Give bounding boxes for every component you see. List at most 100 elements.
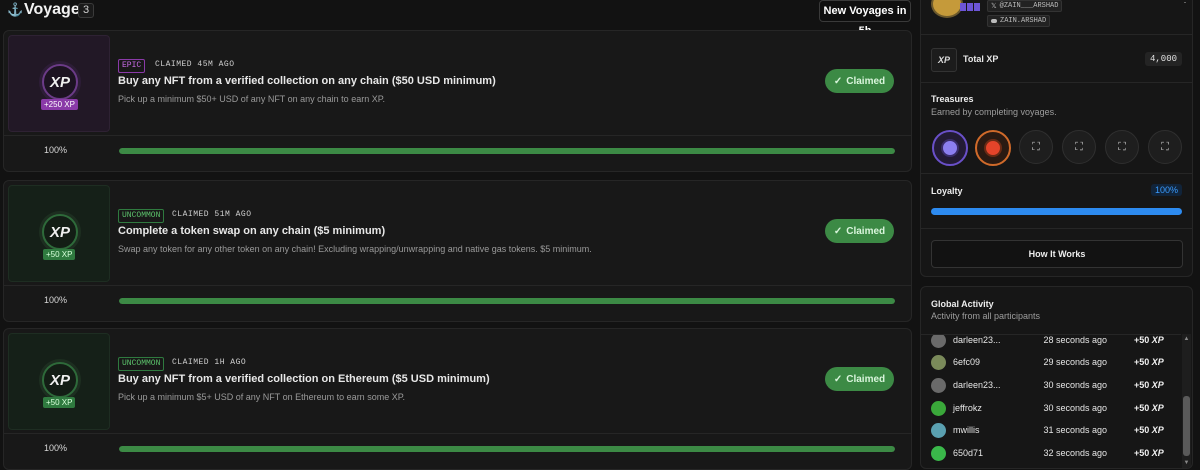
claimed-button[interactable]: ✓ Claimed: [825, 69, 894, 93]
xp-reward-badge: +50 XP: [43, 397, 76, 408]
activity-time: 31 seconds ago: [1043, 425, 1107, 435]
activity-username[interactable]: darleen23...: [953, 380, 1001, 390]
voyage-title: Buy any NFT from a verified collection o…: [118, 373, 490, 385]
user-avatar[interactable]: [931, 378, 946, 393]
treasure-slot-earned[interactable]: [932, 130, 968, 166]
treasure-slot-empty[interactable]: ⛶: [1148, 130, 1182, 164]
user-avatar[interactable]: [931, 423, 946, 438]
activity-xp: +50 XP: [1134, 380, 1164, 390]
activity-title: Global Activity: [931, 299, 994, 309]
new-voyages-button[interactable]: New Voyages in 5h: [819, 0, 911, 37]
treasures-title: Treasures: [931, 94, 974, 104]
voyages-panel: ⚓ Voyages 3 New Voyages in 5h XP +250 XP…: [0, 0, 912, 470]
progress-bar: [119, 298, 895, 304]
voyage-card: XP +50 XP UNCOMMON CLAIMED 51M AGO Compl…: [3, 180, 912, 322]
activity-time: 30 seconds ago: [1043, 380, 1107, 390]
activity-time: 32 seconds ago: [1043, 448, 1107, 458]
twitter-handle[interactable]: 𝕏 @ZAIN___ARSHAD: [987, 0, 1063, 12]
total-xp-value: 4,000: [1145, 52, 1183, 66]
more-menu-icon[interactable]: ⋮: [1180, 0, 1190, 5]
discord-handle-label: ZAIN.ARSHAD: [1000, 17, 1047, 25]
user-avatar[interactable]: [931, 401, 946, 416]
voyage-title: Complete a token swap on any chain ($5 m…: [118, 225, 386, 237]
check-icon: ✓: [833, 225, 843, 237]
user-avatar[interactable]: [931, 446, 946, 461]
activity-time: 28 seconds ago: [1043, 335, 1107, 345]
activity-username[interactable]: 6efc09: [953, 357, 980, 367]
activity-xp: +50 XP: [1134, 403, 1164, 413]
progress-fill: [119, 446, 895, 452]
voyage-title: Buy any NFT from a verified collection o…: [118, 75, 496, 87]
divider: [921, 82, 1192, 83]
activity-scrollbar[interactable]: ▲ ▼: [1182, 334, 1191, 468]
progress-percent: 100%: [44, 443, 68, 453]
voyage-thumbnail: XP +50 XP: [8, 333, 110, 430]
scroll-up-icon[interactable]: ▲: [1183, 336, 1190, 342]
xp-badge-icon: XP: [42, 362, 78, 398]
loyalty-progress-bar: [931, 208, 1182, 215]
claimed-time: CLAIMED 51M AGO: [172, 210, 252, 219]
progress-bar: [119, 148, 895, 154]
xp-badge-icon: XP: [42, 214, 78, 250]
activity-subtitle: Activity from all participants: [931, 311, 1041, 321]
voyage-thumbnail: XP +50 XP: [8, 185, 110, 282]
activity-xp: +50 XP: [1134, 448, 1164, 458]
activity-time: 30 seconds ago: [1043, 403, 1107, 413]
rarity-tag: UNCOMMON: [118, 209, 165, 223]
progress-bar: [119, 446, 895, 452]
claimed-button[interactable]: ✓ Claimed: [825, 367, 894, 391]
voyage-card: XP +250 XP EPIC CLAIMED 45M AGO Buy any …: [3, 30, 912, 172]
activity-username[interactable]: jeffrokz: [953, 403, 982, 413]
empty-slot-icon: ⛶: [1118, 140, 1126, 153]
rarity-tag: UNCOMMON: [118, 357, 165, 371]
xp-reward-badge: +50 XP: [43, 249, 76, 260]
activity-row: mwillis 31 seconds ago +50 XP: [921, 419, 1181, 441]
xp-reward-badge: +250 XP: [41, 99, 78, 110]
rarity-tag: EPIC: [118, 59, 146, 73]
user-avatar[interactable]: [931, 355, 946, 370]
activity-xp: +50 XP: [1134, 357, 1164, 367]
activity-xp: +50 XP: [1134, 335, 1164, 345]
how-it-works-button[interactable]: How It Works: [931, 240, 1183, 268]
activity-xp: +50 XP: [1134, 425, 1164, 435]
social-handles: 𝕏 @ZAIN___ARSHAD ZAIN.ARSHAD: [987, 0, 1063, 30]
activity-row: jeffrokz 30 seconds ago +50 XP: [921, 397, 1181, 419]
activity-username[interactable]: mwillis: [953, 425, 980, 435]
voyage-thumbnail: XP +250 XP: [8, 35, 110, 132]
treasure-orb-icon: [941, 139, 959, 157]
progress-percent: 100%: [44, 145, 68, 155]
divider: [4, 135, 911, 136]
scroll-down-icon[interactable]: ▼: [1183, 460, 1190, 466]
claimed-button-label: Claimed: [846, 75, 886, 87]
activity-row: 650d71 32 seconds ago +50 XP: [921, 442, 1181, 464]
progress-fill: [119, 148, 895, 154]
scrollbar-thumb[interactable]: [1183, 396, 1190, 456]
treasure-slot-earned[interactable]: [975, 130, 1011, 166]
activity-time: 29 seconds ago: [1043, 357, 1107, 367]
activity-username[interactable]: darleen23...: [953, 335, 1001, 345]
treasure-slot-empty[interactable]: ⛶: [1019, 130, 1053, 164]
empty-slot-icon: ⛶: [1161, 140, 1169, 153]
divider: [4, 285, 911, 286]
claimed-button[interactable]: ✓ Claimed: [825, 219, 894, 243]
discord-handle[interactable]: ZAIN.ARSHAD: [987, 15, 1051, 27]
twitter-handle-label: @ZAIN___ARSHAD: [999, 2, 1059, 10]
treasures-subtitle: Earned by completing voyages.: [931, 107, 1057, 117]
claimed-time: CLAIMED 1H AGO: [172, 358, 247, 367]
user-avatar[interactable]: [931, 335, 946, 348]
loyalty-label: Loyalty: [931, 186, 963, 196]
activity-row: 6efc09 29 seconds ago +50 XP: [921, 351, 1181, 373]
claimed-button-label: Claimed: [846, 373, 886, 385]
activity-username[interactable]: 650d71: [953, 448, 983, 458]
treasure-slot-empty[interactable]: ⛶: [1105, 130, 1139, 164]
activity-row: darleen23... 28 seconds ago +50 XP: [921, 335, 1181, 351]
global-activity-panel: Global Activity Activity from all partic…: [920, 286, 1193, 469]
treasure-slot-empty[interactable]: ⛶: [1062, 130, 1096, 164]
loyalty-value: 100%: [1151, 184, 1183, 196]
activity-list[interactable]: darleen23... 28 seconds ago +50 XP 6efc0…: [921, 334, 1181, 468]
divider: [921, 228, 1192, 229]
divider: [4, 433, 911, 434]
divider: [921, 173, 1192, 174]
voyage-description: Swap any token for any other token on an…: [118, 244, 592, 254]
avatar[interactable]: [931, 0, 963, 18]
